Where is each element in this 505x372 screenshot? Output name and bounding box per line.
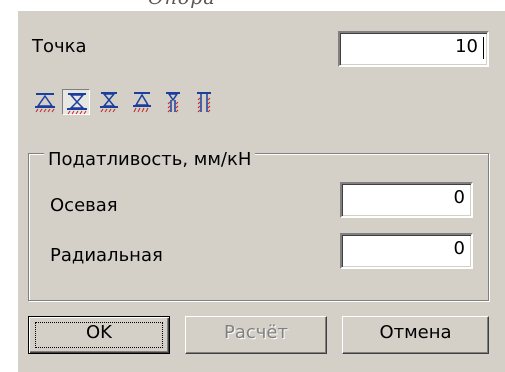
- support-type-5-icon: [166, 92, 180, 113]
- compliance-group-title: Податливость, мм/кН: [44, 150, 256, 170]
- support-type-2-icon: [67, 93, 87, 115]
- support-type-6-button[interactable]: [190, 89, 218, 115]
- support-type-4-icon: [133, 92, 151, 113]
- calculate-button-label: Расчёт: [224, 322, 288, 343]
- cancel-button[interactable]: Отмена: [342, 316, 489, 354]
- support-type-2-button[interactable]: [62, 89, 90, 115]
- point-label: Точка: [32, 36, 87, 57]
- support-type-5-button[interactable]: [159, 89, 187, 115]
- ok-button[interactable]: OK: [28, 316, 170, 354]
- support-dialog: Точка 10 Податливость, мм/кН Осевая 0 Ра…: [18, 11, 505, 372]
- axial-label: Осевая: [50, 195, 118, 216]
- screen: Опора Точка 10: [0, 0, 505, 372]
- caption-text: Опора: [148, 0, 216, 9]
- support-type-6-icon: [197, 92, 211, 113]
- support-type-3-icon: [100, 92, 118, 113]
- radial-input[interactable]: 0: [340, 233, 473, 269]
- cancel-button-label: Отмена: [379, 322, 452, 343]
- axial-value: 0: [453, 187, 465, 208]
- support-type-1-icon: [35, 93, 55, 113]
- support-type-3-button[interactable]: [95, 89, 123, 115]
- text-caret: [483, 37, 484, 59]
- radial-label: Радиальная: [50, 245, 163, 266]
- calculate-button[interactable]: Расчёт: [185, 316, 327, 354]
- point-value: 10: [455, 36, 478, 57]
- support-type-4-button[interactable]: [128, 89, 156, 115]
- compliance-group: [28, 153, 489, 301]
- radial-value: 0: [453, 238, 465, 259]
- point-input[interactable]: 10: [338, 31, 489, 67]
- support-type-1-button[interactable]: [31, 89, 59, 115]
- axial-input[interactable]: 0: [340, 182, 473, 218]
- focus-ring: [35, 322, 163, 348]
